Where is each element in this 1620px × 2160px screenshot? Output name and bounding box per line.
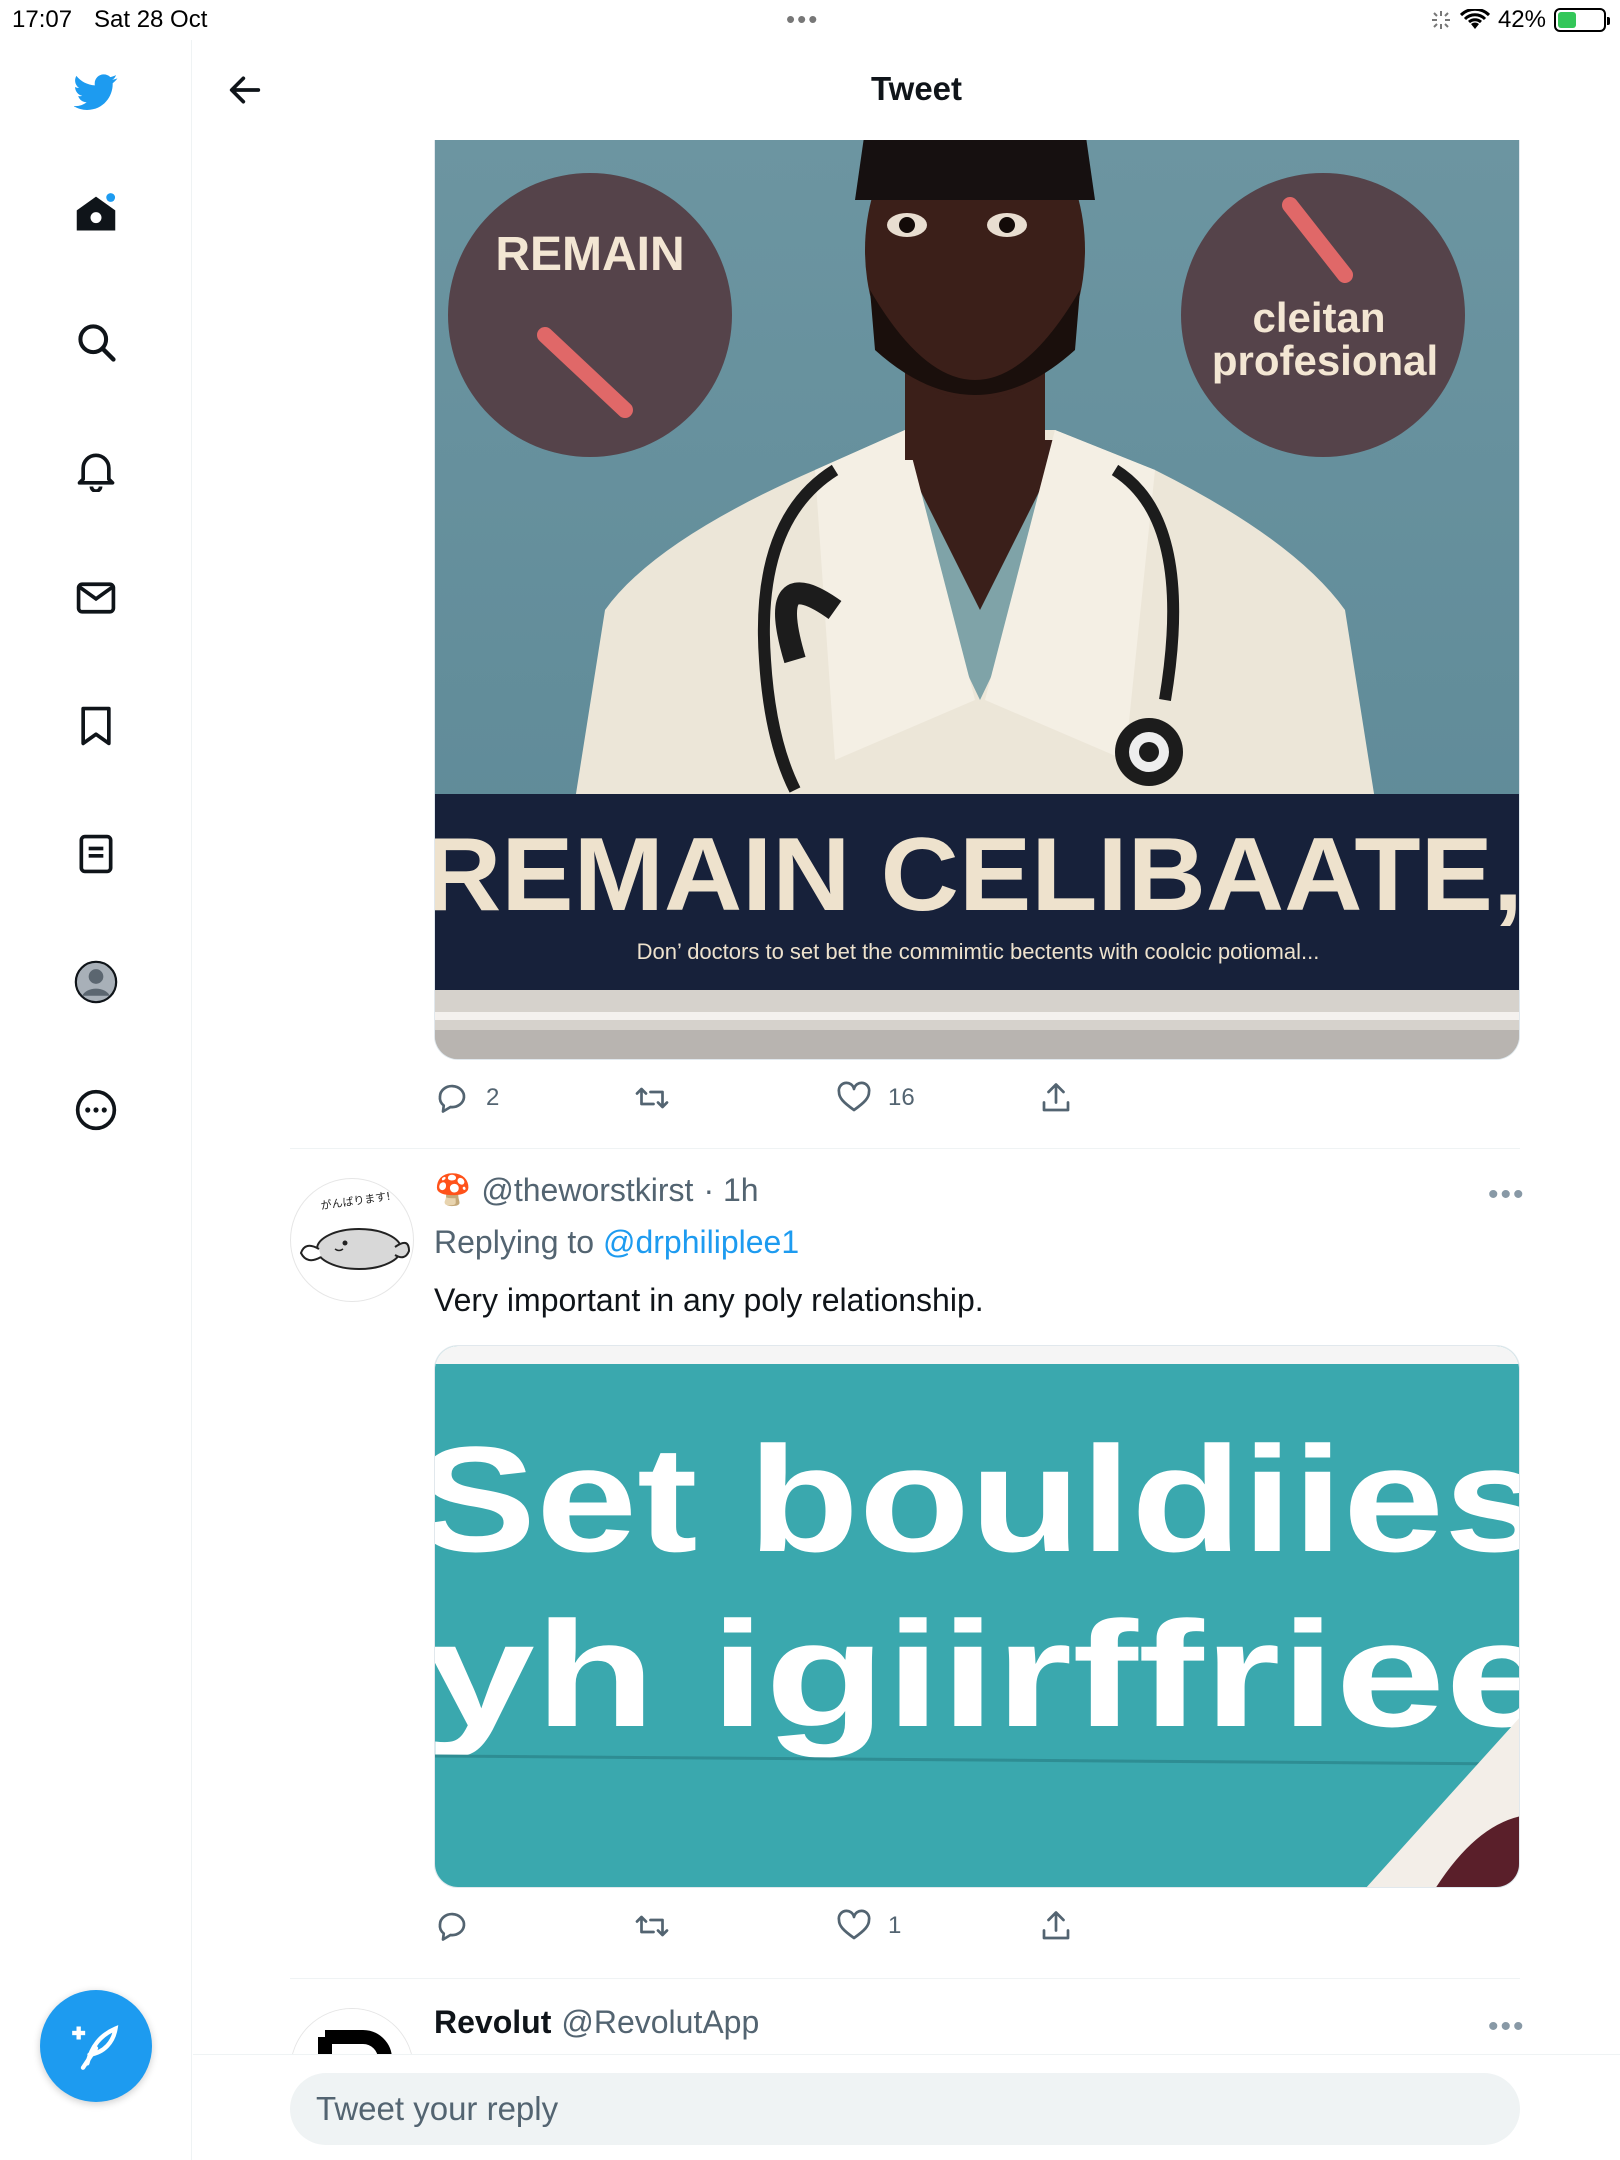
home-icon[interactable]	[66, 184, 126, 244]
poster-circle-right-line2: profesional	[1212, 337, 1438, 384]
tweet-reply-input[interactable]	[290, 2073, 1520, 2145]
next-tweet-header: Revolut @RevolutApp	[434, 2004, 759, 2041]
share-icon	[1042, 1911, 1070, 1940]
multitasking-dots-icon[interactable]: •••	[786, 4, 819, 35]
mushroom-emoji-icon: 🍄	[434, 1174, 472, 1207]
user-avatar[interactable]: がんばります!	[290, 1178, 414, 1302]
avatar-text: がんばります!	[320, 1189, 392, 1213]
tweet-image-boundaries-poster[interactable]: Set bouldiies yh igiirffriee	[434, 1345, 1520, 1888]
messages-mail-icon[interactable]	[66, 568, 126, 628]
replying-to-label: Replying to	[434, 1224, 595, 1260]
heart-icon	[837, 1081, 871, 1112]
reply-count: 2	[486, 1084, 500, 1111]
tweet-time: · 1h	[703, 1172, 759, 1208]
page-title: Tweet	[870, 70, 963, 107]
next-tweet-name[interactable]: Revolut	[434, 2004, 551, 2041]
divider	[290, 1148, 1520, 1149]
like-count: 16	[888, 1084, 915, 1111]
share-button[interactable]	[1038, 1080, 1074, 1116]
reply-icon	[438, 1084, 466, 1113]
poster2-line2: yh igiirffriee	[435, 1590, 1520, 1758]
poster2-illustration: Set bouldiies yh igiirffriee	[435, 1346, 1520, 1887]
replying-to-mention[interactable]: @drphiliplee1	[603, 1224, 799, 1260]
more-options-icon[interactable]	[66, 1080, 126, 1140]
poster-illustration: REMAIN cleitan profesional REMAIN CELIBA…	[435, 140, 1520, 1059]
next-tweet-handle[interactable]: @RevolutApp	[561, 2004, 759, 2041]
profile-avatar-icon[interactable]	[66, 952, 126, 1012]
status-bar: 17:07 Sat 28 Oct ••• 42%	[0, 0, 1620, 40]
search-icon[interactable]	[66, 312, 126, 372]
sidebar	[0, 40, 192, 2160]
user-handle[interactable]: @theworstkirst	[481, 1172, 693, 1209]
heart-icon	[837, 1909, 871, 1940]
like-button[interactable]: 16	[836, 1080, 915, 1116]
reply-bar	[193, 2054, 1620, 2160]
tweet-text: Very important in any poly relationship.	[434, 1282, 984, 1318]
tweet-image-doctor-poster[interactable]: REMAIN cleitan profesional REMAIN CELIBA…	[434, 140, 1520, 1060]
share-icon	[1042, 1083, 1070, 1112]
wifi-icon	[1459, 9, 1490, 29]
status-time: 17:07	[12, 6, 73, 33]
poster-circle-left-text: REMAIN	[495, 228, 684, 281]
seal-avatar-illustration: がんばります!	[299, 1189, 411, 1270]
reply-tweet-actions: 1	[434, 1904, 1114, 1948]
activity-icon	[1431, 11, 1450, 29]
notifications-bell-icon[interactable]	[66, 440, 126, 500]
share-button[interactable]	[1038, 1908, 1074, 1944]
replying-to-line: Replying to @drphiliplee1	[434, 1224, 799, 1261]
poster2-line1: Set bouldiies	[435, 1415, 1520, 1583]
divider	[290, 1978, 1520, 1979]
lists-icon[interactable]	[66, 824, 126, 884]
battery-percent: 42%	[1497, 6, 1546, 33]
reply-tweet-header: 🍄 @theworstkirst · 1h	[434, 1172, 759, 1209]
like-count: 1	[888, 1912, 902, 1939]
status-right: 42%	[1430, 6, 1610, 34]
compose-feather-icon	[72, 2025, 119, 2070]
tweet-more-icon[interactable]: •••	[1488, 1178, 1526, 1212]
reply-button[interactable]	[434, 1908, 470, 1944]
status-date: Sat 28 Oct	[94, 6, 208, 33]
reply-icon	[438, 1912, 466, 1941]
bookmark-icon[interactable]	[66, 696, 126, 756]
reply-button[interactable]: 2	[434, 1080, 499, 1116]
poster-banner-title: REMAIN CELIBAATE,	[435, 817, 1520, 933]
retweet-button[interactable]	[634, 1908, 670, 1944]
battery-icon	[1554, 8, 1610, 32]
compose-tweet-button[interactable]	[40, 1990, 152, 2102]
retweet-icon	[635, 1087, 669, 1109]
top-header: Tweet	[193, 40, 1620, 140]
tweet-more-icon[interactable]: •••	[1488, 2010, 1526, 2044]
poster-banner-subtitle: Don’ doctors to set bet the commimtic be…	[637, 939, 1320, 964]
retweet-button[interactable]	[634, 1080, 670, 1116]
like-button[interactable]: 1	[836, 1908, 901, 1944]
tweet1-actions: 2 16	[434, 1076, 1114, 1120]
retweet-icon	[635, 1915, 669, 1937]
twitter-logo-icon[interactable]	[66, 62, 126, 122]
poster-circle-right-line1: cleitan	[1252, 294, 1385, 341]
